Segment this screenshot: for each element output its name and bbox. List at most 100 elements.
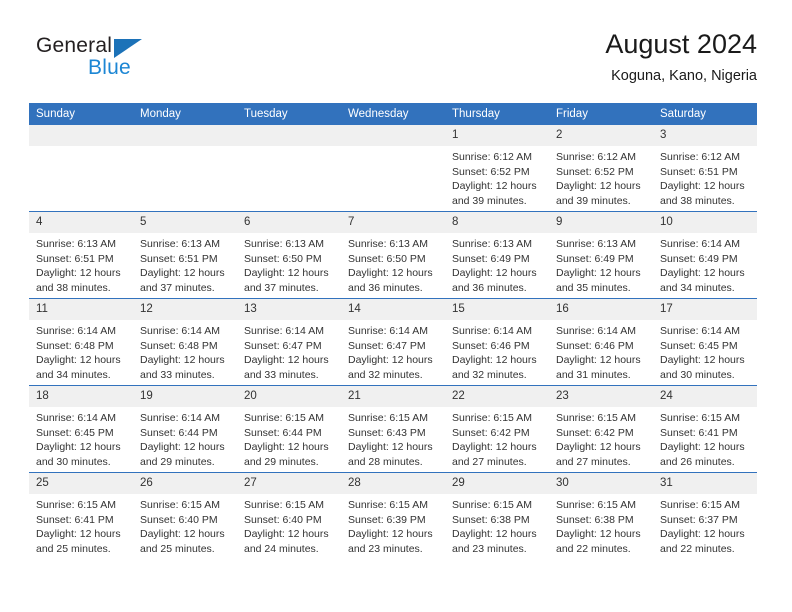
calendar-day-cell[interactable]: 26 Sunrise: 6:15 AM Sunset: 6:40 PM Dayligh…: [133, 472, 237, 559]
sunrise-text: Sunrise: 6:14 AM: [36, 412, 116, 424]
calendar-week-row: 25 Sunrise: 6:15 AM Sunset: 6:41 PM Dayligh…: [29, 472, 757, 559]
sunset-text: Sunset: 6:51 PM: [36, 252, 114, 265]
sunrise-text: Sunrise: 6:14 AM: [244, 325, 324, 337]
day-details: Sunrise: 6:13 AM Sunset: 6:49 PM Daylight:…: [445, 233, 549, 295]
calendar-day-cell[interactable]: 9 Sunrise: 6:13 AM Sunset: 6:49 PM Daylight…: [549, 211, 653, 299]
calendar-day-cell[interactable]: 23 Sunrise: 6:15 AM Sunset: 6:42 PM Dayligh…: [549, 385, 653, 473]
day-details: Sunrise: 6:14 AM Sunset: 6:48 PM Daylight:…: [133, 320, 237, 382]
calendar-day-cell[interactable]: 20 Sunrise: 6:15 AM Sunset: 6:44 PM Dayligh…: [237, 385, 341, 473]
calendar-day-cell[interactable]: 13 Sunrise: 6:14 AM Sunset: 6:47 PM Dayligh…: [237, 298, 341, 386]
day-number: 20: [237, 386, 341, 407]
page-header: General Blue August 2024 Koguna, Kano, N…: [0, 0, 792, 100]
daylight-text: Daylight: 12 hours: [452, 267, 537, 280]
calendar-day-cell[interactable]: 4 Sunrise: 6:13 AM Sunset: 6:51 PM Daylight…: [29, 211, 133, 299]
calendar-day-cell[interactable]: 31 Sunrise: 6:15 AM Sunset: 6:37 PM Dayligh…: [653, 472, 757, 559]
calendar-day-cell[interactable]: 30 Sunrise: 6:15 AM Sunset: 6:38 PM Dayligh…: [549, 472, 653, 559]
day-details: Sunrise: 6:12 AM Sunset: 6:52 PM Daylight:…: [549, 146, 653, 208]
calendar-day-cell[interactable]: 2 Sunrise: 6:12 AM Sunset: 6:52 PM Daylight…: [549, 125, 653, 212]
day-number: 16: [549, 299, 653, 320]
daylight-text-cont: and 37 minutes.: [140, 281, 215, 294]
sunrise-text: Sunrise: 6:15 AM: [660, 412, 740, 424]
day-number: 28: [341, 473, 445, 494]
calendar-day-cell[interactable]: 18 Sunrise: 6:14 AM Sunset: 6:45 PM Dayligh…: [29, 385, 133, 473]
daylight-text: Daylight: 12 hours: [36, 354, 121, 367]
calendar-day-cell[interactable]: 19 Sunrise: 6:14 AM Sunset: 6:44 PM Dayligh…: [133, 385, 237, 473]
calendar-day-cell[interactable]: 25 Sunrise: 6:15 AM Sunset: 6:41 PM Dayligh…: [29, 472, 133, 559]
daylight-text: Daylight: 12 hours: [348, 528, 433, 541]
day-details: Sunrise: 6:14 AM Sunset: 6:44 PM Daylight:…: [133, 407, 237, 469]
calendar-day-cell[interactable]: 3 Sunrise: 6:12 AM Sunset: 6:51 PM Daylight…: [653, 125, 757, 212]
calendar-day-cell[interactable]: 21 Sunrise: 6:15 AM Sunset: 6:43 PM Dayligh…: [341, 385, 445, 473]
sunrise-text: Sunrise: 6:15 AM: [36, 499, 116, 511]
day-number: 2: [549, 125, 653, 146]
brand-logo[interactable]: General Blue: [36, 34, 256, 90]
daylight-text: Daylight: 12 hours: [140, 354, 225, 367]
daylight-text: Daylight: 12 hours: [348, 267, 433, 280]
calendar-week-row: 18 Sunrise: 6:14 AM Sunset: 6:45 PM Dayligh…: [29, 385, 757, 473]
page-subtitle: Koguna, Kano, Nigeria: [611, 68, 757, 85]
day-number: 13: [237, 299, 341, 320]
daylight-text: Daylight: 12 hours: [660, 267, 745, 280]
sunrise-text: Sunrise: 6:15 AM: [452, 412, 532, 424]
day-number: [341, 125, 445, 146]
calendar-day-cell[interactable]: 27 Sunrise: 6:15 AM Sunset: 6:40 PM Dayligh…: [237, 472, 341, 559]
daylight-text: Daylight: 12 hours: [244, 441, 329, 454]
day-details: Sunrise: 6:13 AM Sunset: 6:51 PM Daylight:…: [133, 233, 237, 295]
calendar-day-cell[interactable]: 16 Sunrise: 6:14 AM Sunset: 6:46 PM Dayligh…: [549, 298, 653, 386]
sunset-text: Sunset: 6:50 PM: [244, 252, 322, 265]
calendar-day-cell[interactable]: 28 Sunrise: 6:15 AM Sunset: 6:39 PM Dayligh…: [341, 472, 445, 559]
calendar-day-cell[interactable]: 11 Sunrise: 6:14 AM Sunset: 6:48 PM Dayligh…: [29, 298, 133, 386]
day-number: 10: [653, 212, 757, 233]
day-details: Sunrise: 6:15 AM Sunset: 6:39 PM Daylight:…: [341, 494, 445, 556]
sunset-text: Sunset: 6:49 PM: [452, 252, 530, 265]
daylight-text-cont: and 36 minutes.: [348, 281, 423, 294]
day-number: 27: [237, 473, 341, 494]
daylight-text-cont: and 33 minutes.: [140, 368, 215, 381]
calendar-day-cell[interactable]: 17 Sunrise: 6:14 AM Sunset: 6:45 PM Dayligh…: [653, 298, 757, 386]
calendar-day-cell[interactable]: 15 Sunrise: 6:14 AM Sunset: 6:46 PM Dayligh…: [445, 298, 549, 386]
day-details: Sunrise: 6:13 AM Sunset: 6:50 PM Daylight:…: [237, 233, 341, 295]
sunset-text: Sunset: 6:40 PM: [140, 513, 218, 526]
daylight-text-cont: and 29 minutes.: [244, 455, 319, 468]
calendar-day-cell[interactable]: 7 Sunrise: 6:13 AM Sunset: 6:50 PM Daylight…: [341, 211, 445, 299]
daylight-text-cont: and 32 minutes.: [452, 368, 527, 381]
daylight-text-cont: and 25 minutes.: [140, 542, 215, 555]
day-details: Sunrise: 6:15 AM Sunset: 6:37 PM Daylight:…: [653, 494, 757, 556]
calendar-day-cell[interactable]: 22 Sunrise: 6:15 AM Sunset: 6:42 PM Dayligh…: [445, 385, 549, 473]
sunset-text: Sunset: 6:47 PM: [244, 339, 322, 352]
sunset-text: Sunset: 6:42 PM: [452, 426, 530, 439]
day-number: 21: [341, 386, 445, 407]
calendar-week-row: 11 Sunrise: 6:14 AM Sunset: 6:48 PM Dayligh…: [29, 298, 757, 386]
day-number: 30: [549, 473, 653, 494]
calendar-day-cell[interactable]: 29 Sunrise: 6:15 AM Sunset: 6:38 PM Dayligh…: [445, 472, 549, 559]
daylight-text-cont: and 38 minutes.: [36, 281, 111, 294]
sunrise-text: Sunrise: 6:14 AM: [660, 325, 740, 337]
day-details: Sunrise: 6:14 AM Sunset: 6:48 PM Daylight:…: [29, 320, 133, 382]
day-number: [133, 125, 237, 146]
calendar-day-cell[interactable]: 24 Sunrise: 6:15 AM Sunset: 6:41 PM Dayligh…: [653, 385, 757, 473]
sunrise-text: Sunrise: 6:12 AM: [556, 151, 636, 163]
sunset-text: Sunset: 6:43 PM: [348, 426, 426, 439]
day-details: Sunrise: 6:15 AM Sunset: 6:41 PM Daylight:…: [653, 407, 757, 469]
calendar-day-cell[interactable]: 1 Sunrise: 6:12 AM Sunset: 6:52 PM Daylight…: [445, 125, 549, 212]
calendar-week-row: 1 Sunrise: 6:12 AM Sunset: 6:52 PM Daylight…: [29, 125, 757, 212]
calendar-day-cell[interactable]: 10 Sunrise: 6:14 AM Sunset: 6:49 PM Dayligh…: [653, 211, 757, 299]
title-block: August 2024 Koguna, Kano, Nigeria: [605, 28, 757, 84]
calendar-day-cell[interactable]: 6 Sunrise: 6:13 AM Sunset: 6:50 PM Daylight…: [237, 211, 341, 299]
daylight-text: Daylight: 12 hours: [556, 441, 641, 454]
sunrise-text: Sunrise: 6:15 AM: [452, 499, 532, 511]
calendar-day-cell[interactable]: 12 Sunrise: 6:14 AM Sunset: 6:48 PM Dayligh…: [133, 298, 237, 386]
calendar-day-cell[interactable]: 8 Sunrise: 6:13 AM Sunset: 6:49 PM Daylight…: [445, 211, 549, 299]
daylight-text: Daylight: 12 hours: [452, 441, 537, 454]
day-number: 4: [29, 212, 133, 233]
calendar-day-cell[interactable]: 5 Sunrise: 6:13 AM Sunset: 6:51 PM Daylight…: [133, 211, 237, 299]
calendar-week-row: 4 Sunrise: 6:13 AM Sunset: 6:51 PM Daylight…: [29, 211, 757, 299]
sunrise-text: Sunrise: 6:13 AM: [140, 238, 220, 250]
day-number: 11: [29, 299, 133, 320]
sunset-text: Sunset: 6:44 PM: [140, 426, 218, 439]
calendar-day-cell[interactable]: 14 Sunrise: 6:14 AM Sunset: 6:47 PM Dayligh…: [341, 298, 445, 386]
sunset-text: Sunset: 6:48 PM: [140, 339, 218, 352]
day-number: 15: [445, 299, 549, 320]
weekday-header-monday: Monday: [133, 103, 237, 125]
sunrise-text: Sunrise: 6:14 AM: [140, 412, 220, 424]
